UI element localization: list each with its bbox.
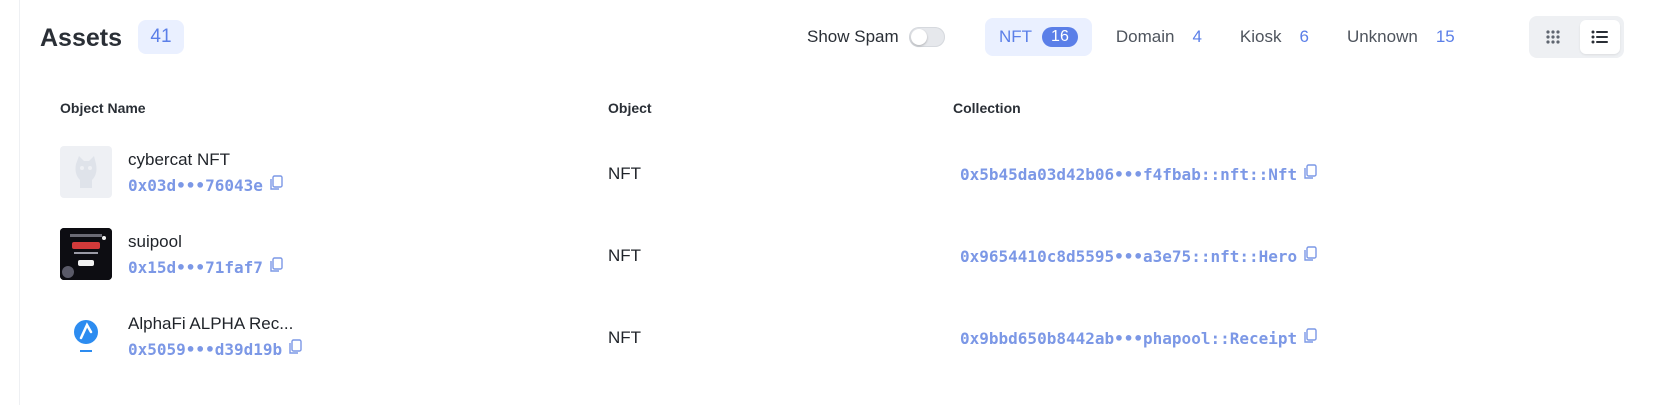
column-object-name: Object Name — [60, 100, 146, 116]
copy-icon[interactable] — [269, 257, 283, 277]
toggle-knob — [910, 29, 927, 45]
copy-icon[interactable] — [1303, 328, 1317, 348]
object-address: 0x03d•••76043e — [128, 175, 263, 195]
object-type: NFT — [608, 164, 642, 183]
nft-image — [60, 228, 112, 280]
collection-link[interactable]: 0x9654410c8d5595•••a3e75::nft::Hero — [960, 246, 1317, 266]
collection-link[interactable]: 0x5b45da03d42b06•••f4fbab::nft::Nft — [960, 164, 1317, 184]
list-icon — [1591, 30, 1608, 44]
object-type: NFT — [608, 246, 642, 265]
object-name: AlphaFi ALPHA Rec... — [128, 314, 294, 333]
copy-icon[interactable] — [1303, 246, 1317, 266]
object-name: cybercat NFT — [128, 150, 231, 169]
tab-label: NFT — [999, 27, 1033, 46]
tab-count: 15 — [1435, 27, 1455, 46]
assets-header: Assets 41 Show Spam NFT 16 Domain 4 Kios… — [40, 16, 1624, 58]
column-collection: Collection — [953, 100, 1021, 116]
tab-count: 4 — [1192, 27, 1202, 46]
tab-count: 16 — [1042, 27, 1078, 47]
view-mode-toggle — [1529, 16, 1624, 58]
left-border — [19, 0, 20, 405]
collection-type: 0x9bbd650b8442ab•••phapool::Receipt — [960, 328, 1298, 348]
alphafi-logo — [60, 310, 112, 362]
object-address-link[interactable]: 0x15d•••71faf7 — [128, 257, 283, 277]
grid-view-button[interactable] — [1533, 20, 1573, 54]
object-address-link[interactable]: 0x5059•••d39d19b — [128, 339, 302, 359]
placeholder-icon — [60, 146, 112, 198]
copy-icon[interactable] — [1303, 164, 1317, 184]
page-title: Assets — [40, 24, 122, 52]
tab-label: Kiosk — [1239, 27, 1282, 46]
table-row[interactable]: cybercat NFT 0x03d•••76043e NFT 0x5b45da… — [60, 146, 1620, 200]
tab-unknown[interactable]: Unknown 15 — [1333, 18, 1469, 56]
tab-count: 6 — [1299, 27, 1309, 46]
column-object: Object — [608, 100, 652, 116]
object-address: 0x5059•••d39d19b — [128, 339, 283, 359]
grid-icon — [1546, 30, 1560, 44]
copy-icon[interactable] — [288, 339, 302, 359]
show-spam-toggle[interactable] — [908, 27, 945, 47]
show-spam-control[interactable]: Show Spam — [807, 20, 945, 54]
object-address: 0x15d•••71faf7 — [128, 257, 263, 277]
tab-nft[interactable]: NFT 16 — [985, 18, 1092, 56]
table-row[interactable]: AlphaFi ALPHA Rec... 0x5059•••d39d19b NF… — [60, 310, 1620, 364]
object-type: NFT — [608, 328, 642, 347]
copy-icon[interactable] — [269, 175, 283, 195]
object-address-link[interactable]: 0x03d•••76043e — [128, 175, 283, 195]
show-spam-label: Show Spam — [807, 27, 899, 46]
collection-type: 0x9654410c8d5595•••a3e75::nft::Hero — [960, 246, 1298, 266]
total-count-badge: 41 — [138, 20, 184, 54]
table-row[interactable]: suipool 0x15d•••71faf7 NFT 0x9654410c8d5… — [60, 228, 1620, 282]
tab-domain[interactable]: Domain 4 — [1102, 18, 1216, 56]
list-view-button[interactable] — [1580, 20, 1620, 54]
table-header: Object Name Object Collection — [60, 100, 1620, 120]
collection-type: 0x5b45da03d42b06•••f4fbab::nft::Nft — [960, 164, 1298, 184]
tab-label: Domain — [1115, 27, 1175, 46]
asset-type-tabs: NFT 16 Domain 4 Kiosk 6 Unknown 15 — [985, 18, 1479, 56]
tab-label: Unknown — [1346, 27, 1418, 46]
collection-link[interactable]: 0x9bbd650b8442ab•••phapool::Receipt — [960, 328, 1317, 348]
object-name: suipool — [128, 232, 182, 251]
tab-kiosk[interactable]: Kiosk 6 — [1226, 18, 1323, 56]
